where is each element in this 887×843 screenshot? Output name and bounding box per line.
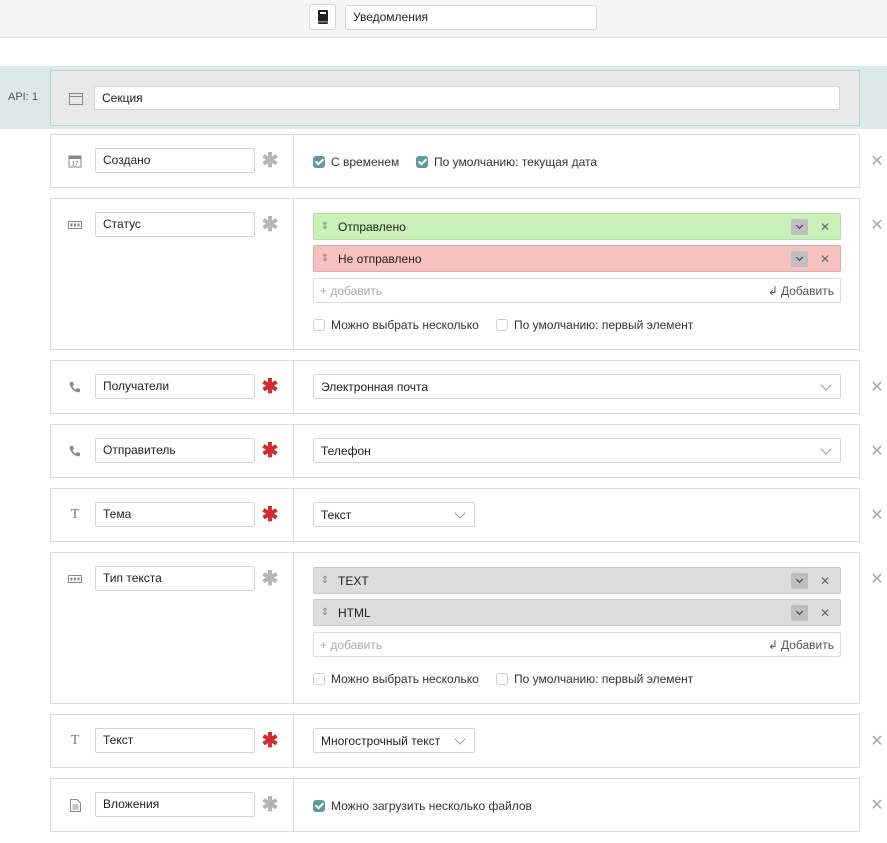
required-toggle[interactable]: ✱ — [261, 150, 279, 172]
type-select[interactable]: Электронная почта — [313, 374, 841, 399]
chevron-down-icon — [820, 378, 832, 391]
chevron-down-icon — [454, 732, 466, 745]
enum-item[interactable]: ⇕ Не отправлено ✕ — [313, 245, 841, 272]
add-item-input[interactable]: + добавить ↲ Добавить — [313, 632, 841, 657]
enter-icon: ↲ — [767, 637, 778, 652]
text-t-icon: T — [70, 733, 80, 748]
phone-icon — [67, 379, 83, 395]
checkbox-checked[interactable] — [313, 156, 325, 168]
option-multiple[interactable]: Можно выбрать несколько — [313, 318, 479, 332]
color-dropdown[interactable] — [791, 604, 808, 621]
delete-field-icon[interactable]: ✕ — [870, 218, 884, 234]
type-select[interactable]: Текст — [313, 502, 475, 527]
required-toggle[interactable]: ✱ — [261, 730, 279, 752]
enum-item[interactable]: ⇕ HTML ✕ — [313, 599, 841, 626]
remove-item-icon[interactable]: ✕ — [818, 220, 832, 234]
field-row-text-type: Тип текста ✱ ⇕ TEXT ✕ ⇕ HTML ✕ + добавит… — [50, 552, 860, 704]
delete-field-icon[interactable]: ✕ — [870, 734, 884, 750]
field-row-created: 17 Создано ✱ С временем По умолчанию: те… — [50, 134, 860, 188]
color-dropdown[interactable] — [791, 218, 808, 235]
checkbox-unchecked[interactable] — [313, 673, 325, 685]
top-bar: Уведомления — [0, 0, 887, 38]
enter-icon: ↲ — [767, 283, 778, 298]
section-name-input[interactable]: Секция — [94, 86, 840, 110]
field-name-input[interactable]: Тип текста — [95, 566, 255, 591]
field-name-input[interactable]: Создано — [95, 148, 255, 173]
add-button[interactable]: ↲ Добавить — [768, 638, 834, 652]
field-row-recipients: Получатели ✱ Электронная почта — [50, 360, 860, 414]
field-name-input[interactable]: Получатели — [95, 374, 255, 399]
checkbox-checked[interactable] — [416, 156, 428, 168]
delete-field-icon[interactable]: ✕ — [870, 798, 884, 814]
required-toggle[interactable]: ✱ — [261, 376, 279, 398]
required-toggle[interactable]: ✱ — [261, 440, 279, 462]
field-row-attachments: Вложения ✱ Можно загрузить несколько фай… — [50, 778, 860, 832]
chevron-down-icon — [454, 506, 466, 519]
delete-field-icon[interactable]: ✕ — [870, 572, 884, 588]
drag-handle-icon[interactable]: ⇕ — [314, 253, 336, 264]
type-select[interactable]: Многострочный текст — [313, 728, 475, 753]
delete-field-icon[interactable]: ✕ — [870, 380, 884, 396]
enum-item[interactable]: ⇕ TEXT ✕ — [313, 567, 841, 594]
text-t-icon: T — [70, 507, 80, 522]
remove-item-icon[interactable]: ✕ — [818, 252, 832, 266]
add-item-input[interactable]: + добавить ↲ Добавить — [313, 278, 841, 303]
checkbox-unchecked[interactable] — [496, 673, 508, 685]
required-toggle[interactable]: ✱ — [261, 214, 279, 236]
option-default-first[interactable]: По умолчанию: первый элемент — [496, 318, 693, 332]
enum-icon — [67, 571, 83, 587]
field-name-input[interactable]: Тема — [95, 502, 255, 527]
remove-item-icon[interactable]: ✕ — [818, 606, 832, 620]
delete-field-icon[interactable]: ✕ — [870, 154, 884, 170]
add-button[interactable]: ↲ Добавить — [768, 284, 834, 298]
field-row-status: Статус ✱ ⇕ Отправлено ✕ ⇕ Не отправлено … — [50, 198, 860, 350]
checkbox-unchecked[interactable] — [496, 319, 508, 331]
field-row-text: T Текст ✱ Многострочный текст — [50, 714, 860, 768]
calendar-icon: 17 — [67, 153, 83, 169]
field-name-input[interactable]: Вложения — [95, 792, 255, 817]
field-row-subject: T Тема ✱ Текст — [50, 488, 860, 542]
field-row-sender: Отправитель ✱ Телефон — [50, 424, 860, 478]
book-icon[interactable] — [309, 4, 336, 30]
enum-item[interactable]: ⇕ Отправлено ✕ — [313, 213, 841, 240]
drag-handle-icon[interactable]: ⇕ — [314, 221, 336, 232]
checkbox-checked[interactable] — [313, 800, 325, 812]
enum-icon — [67, 217, 83, 233]
collection-title-input[interactable]: Уведомления — [345, 5, 597, 30]
option-with-time[interactable]: С временем — [313, 155, 399, 169]
field-name-input[interactable]: Текст — [95, 728, 255, 753]
option-default-first[interactable]: По умолчанию: первый элемент — [496, 672, 693, 686]
option-multiple-files[interactable]: Можно загрузить несколько файлов — [313, 799, 532, 813]
field-name-input[interactable]: Отправитель — [95, 438, 255, 463]
svg-text:17: 17 — [72, 162, 79, 168]
delete-field-icon[interactable]: ✕ — [870, 444, 884, 460]
type-select[interactable]: Телефон — [313, 438, 841, 463]
drag-handle-icon[interactable]: ⇕ — [314, 575, 336, 586]
drag-handle-icon[interactable]: ⇕ — [314, 607, 336, 618]
required-toggle[interactable]: ✱ — [261, 794, 279, 816]
option-default-current-date[interactable]: По умолчанию: текущая дата — [416, 155, 597, 169]
checkbox-unchecked[interactable] — [313, 319, 325, 331]
color-dropdown[interactable] — [791, 572, 808, 589]
required-toggle[interactable]: ✱ — [261, 568, 279, 590]
file-icon — [67, 797, 83, 813]
field-name-input[interactable]: Статус — [95, 212, 255, 237]
delete-field-icon[interactable]: ✕ — [870, 508, 884, 524]
phone-icon — [67, 443, 83, 459]
option-multiple[interactable]: Можно выбрать несколько — [313, 672, 479, 686]
required-toggle[interactable]: ✱ — [261, 504, 279, 526]
color-dropdown[interactable] — [791, 250, 808, 267]
window-icon — [69, 93, 83, 108]
chevron-down-icon — [820, 442, 832, 455]
remove-item-icon[interactable]: ✕ — [818, 574, 832, 588]
api-label: API: 1 — [8, 91, 38, 103]
